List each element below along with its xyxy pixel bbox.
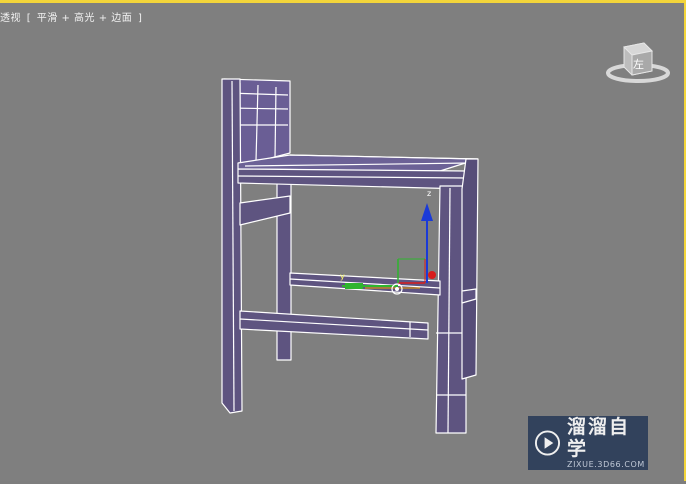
watermark-site: ZIXUE.3D66.COM — [567, 460, 645, 469]
chair-front-frame — [237, 168, 467, 190]
viewcube-face-label[interactable]: 左 — [633, 58, 644, 71]
chair-rear-right-leg — [461, 158, 479, 380]
perspective-viewport[interactable]: 透视 [ 平滑 + 高光 + 边面 ] z y 左 溜溜自学 ZIXUE.3D6… — [0, 0, 686, 481]
gizmo-y-label: y — [340, 272, 345, 281]
watermark-name: 溜溜自学 — [567, 416, 631, 460]
watermark-badge: 溜溜自学 ZIXUE.3D66.COM — [528, 416, 648, 470]
chair-model-scene[interactable]: z y — [0, 3, 686, 484]
gizmo-z-label: z — [427, 189, 431, 198]
viewcube[interactable]: 左 — [604, 39, 670, 85]
play-logo-icon — [534, 430, 561, 456]
